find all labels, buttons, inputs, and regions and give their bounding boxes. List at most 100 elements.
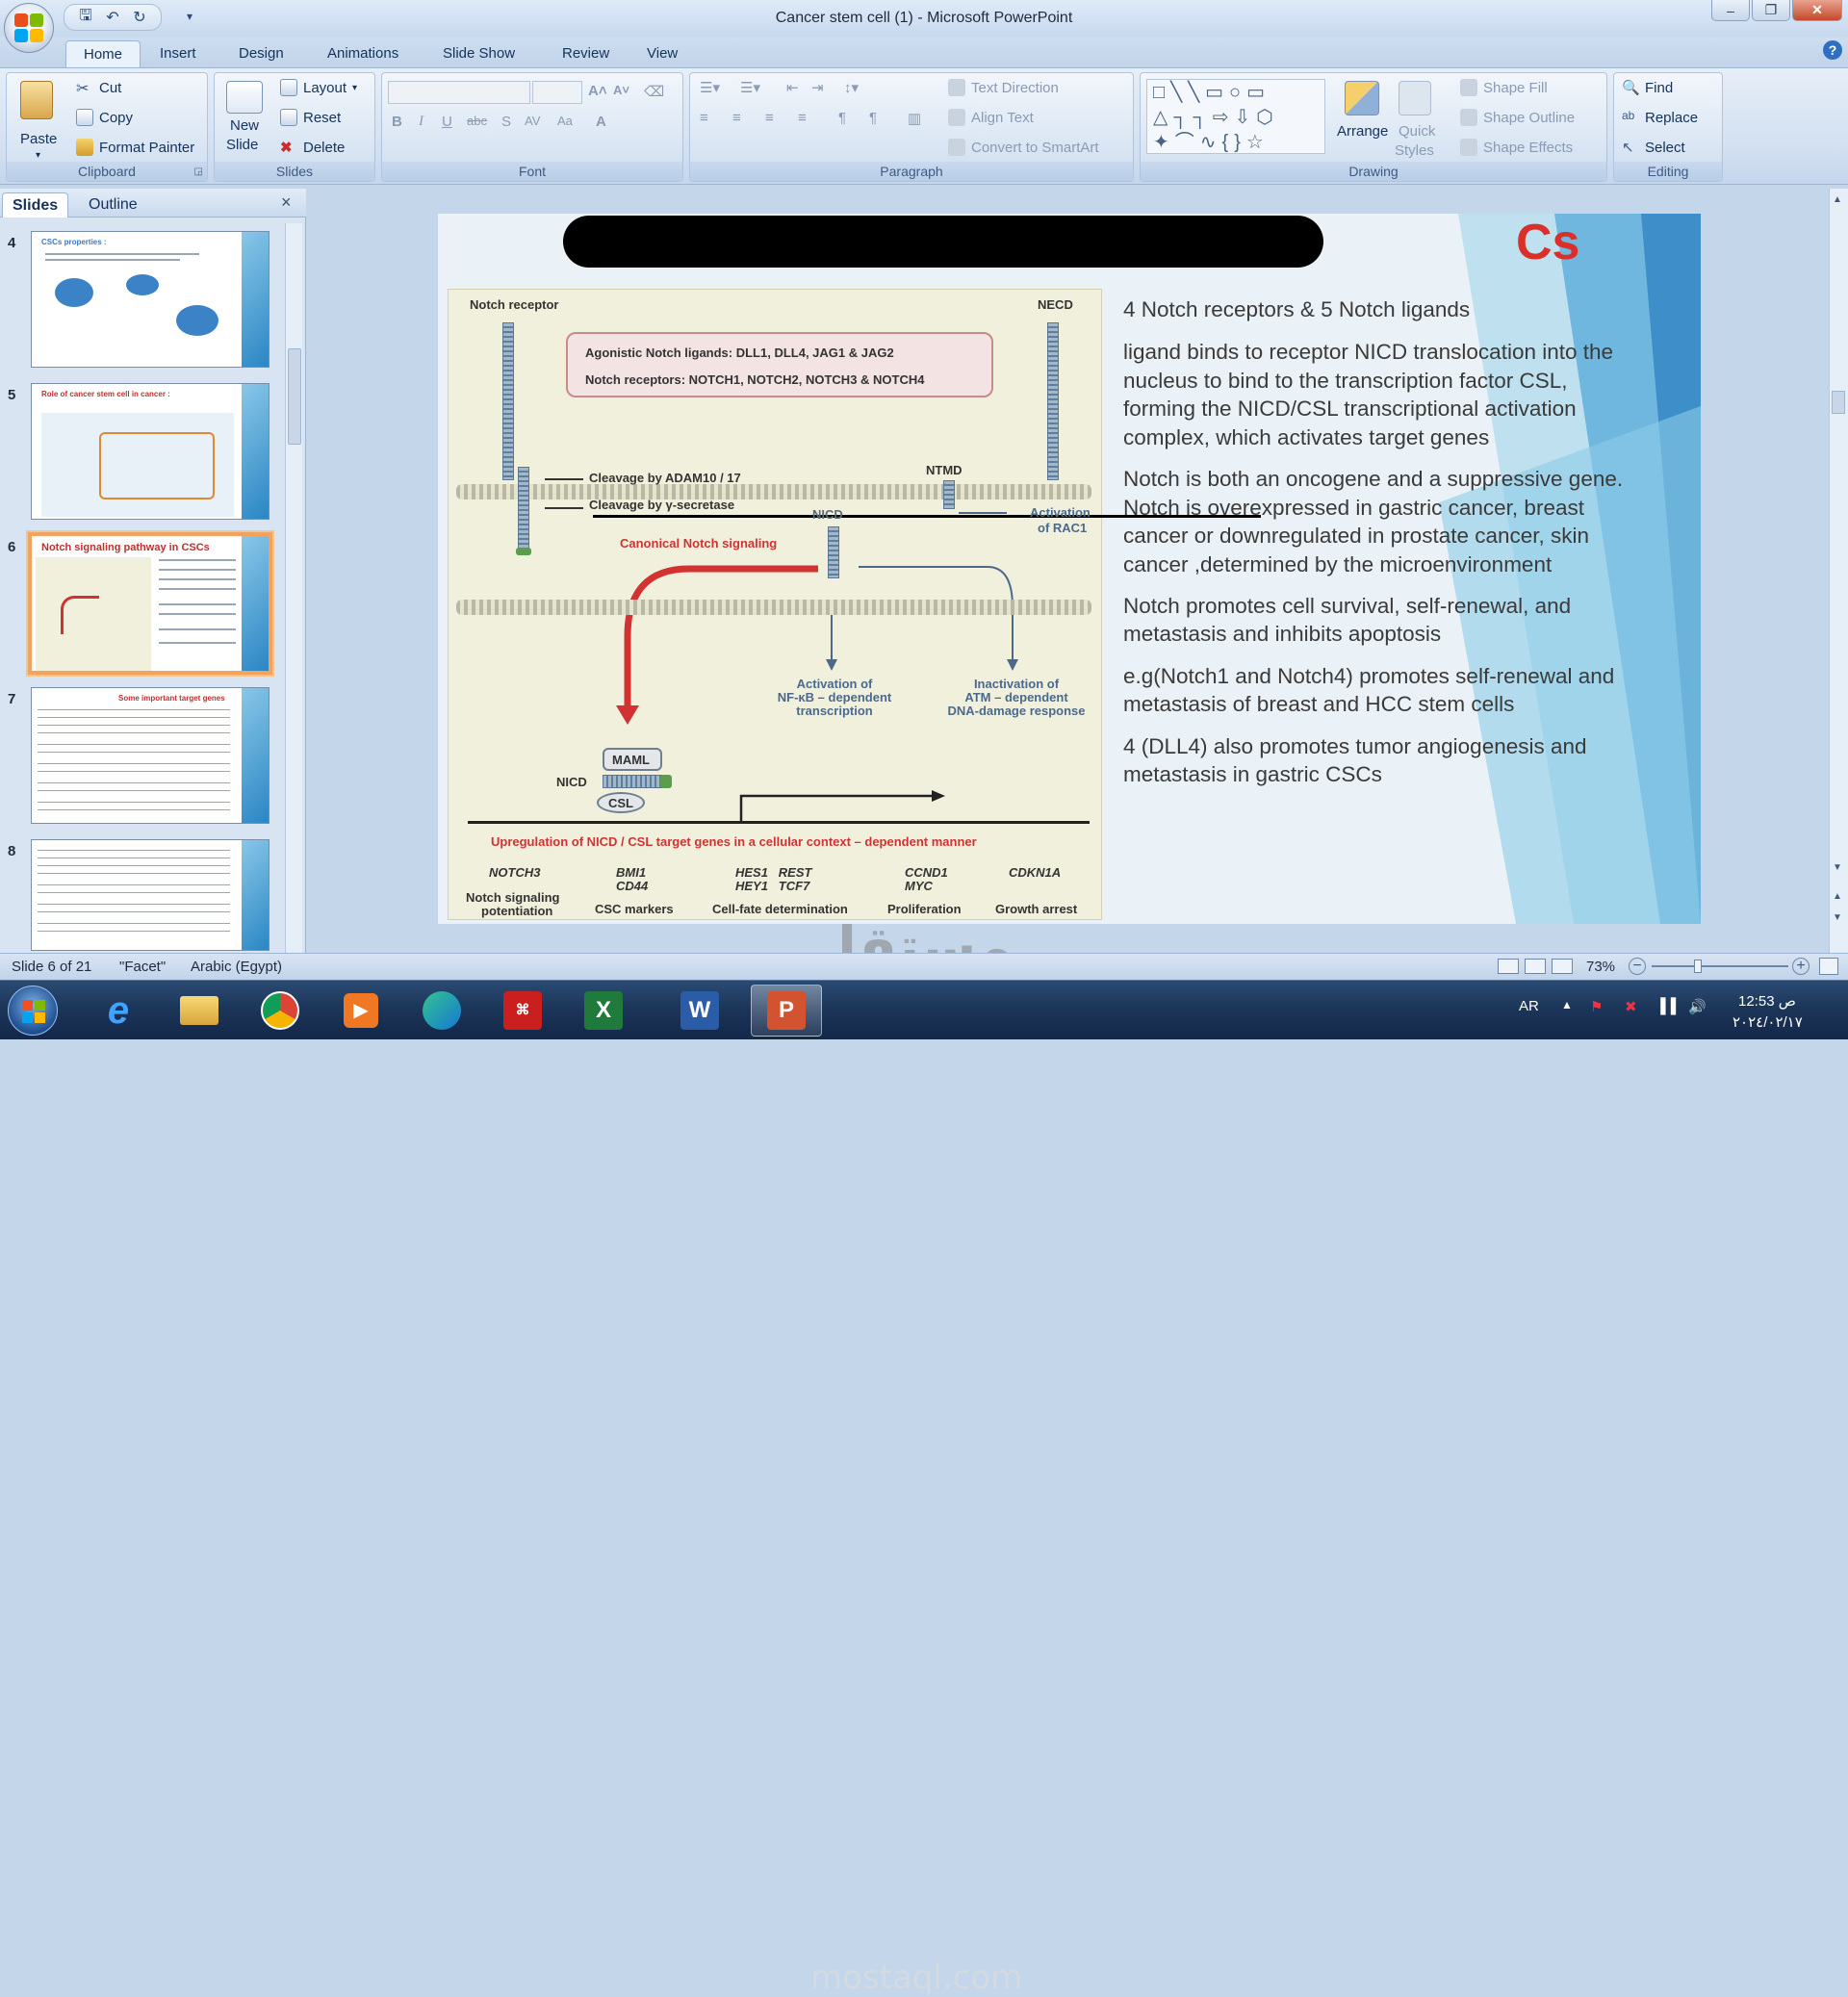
office-button[interactable] [4,3,54,53]
text-direction-button[interactable]: Text Direction [948,79,1059,96]
help-icon[interactable]: ? [1823,40,1842,60]
maximize-button[interactable]: ❐ [1752,0,1790,21]
main-scrollbar[interactable]: ▲ ▼ ▲ ▼ [1829,189,1848,953]
shape-outline-button[interactable]: Shape Outline [1460,109,1575,126]
new-slide-label-2[interactable]: Slide [226,137,258,153]
strikethrough-icon[interactable]: abc [467,114,487,128]
internet-explorer-icon[interactable]: e [83,985,154,1037]
paste-dropdown-icon[interactable]: ▾ [36,150,40,161]
normal-view-icon[interactable] [1498,959,1519,974]
slide-canvas[interactable]: Cs Notch receptor NECD Agonistic Notch l… [438,214,1701,924]
align-text-button[interactable]: Align Text [948,109,1034,126]
underline-icon[interactable]: U [442,114,452,130]
format-painter-button[interactable]: Format Painter [76,139,194,156]
network-icon[interactable]: ▐▐ [1656,998,1676,1014]
media-player-icon[interactable]: ▶ [325,985,397,1037]
file-explorer-icon[interactable] [164,985,235,1037]
font-family-select[interactable] [388,81,530,104]
zoom-slider[interactable] [1652,965,1788,967]
tab-slide-show[interactable]: Slide Show [425,40,532,67]
redo-icon[interactable]: ↻ [128,7,151,28]
tab-view[interactable]: View [629,40,695,67]
align-left-icon[interactable]: ≡ [700,110,708,126]
italic-icon[interactable]: I [419,114,424,130]
close-button[interactable]: ✕ [1792,0,1842,21]
reset-button[interactable]: Reset [280,109,341,126]
shape-effects-button[interactable]: Shape Effects [1460,139,1573,156]
tab-design[interactable]: Design [221,40,301,67]
zoom-slider-thumb[interactable] [1694,960,1702,973]
replace-button[interactable]: ab Replace [1622,109,1698,126]
chrome-icon[interactable] [244,985,316,1037]
quick-styles-label-2[interactable]: Styles [1395,142,1434,159]
tab-slides[interactable]: Slides [2,192,69,218]
slideshow-view-icon[interactable] [1552,959,1573,974]
font-size-select[interactable] [532,81,582,104]
tab-outline[interactable]: Outline [79,192,147,218]
slide-thumbnail[interactable]: Role of cancer stem cell in cancer : [31,383,270,520]
clock-date[interactable]: ٢٠٢٤/٠٢/١٧ [1732,1013,1803,1031]
grow-font-icon[interactable]: A˄ [588,83,607,99]
save-icon[interactable]: 🖫 [74,7,97,28]
ltr-icon[interactable]: ¶ [838,110,846,126]
undo-icon[interactable]: ↶ [101,7,124,28]
tab-insert[interactable]: Insert [142,40,214,67]
select-button[interactable]: ↖ Select [1622,139,1685,157]
tab-home[interactable]: Home [65,40,141,67]
volume-icon[interactable]: 🔊 [1688,998,1707,1015]
bold-icon[interactable]: B [392,114,402,130]
tab-animations[interactable]: Animations [310,40,416,67]
slide-thumbnail[interactable]: CSCs properties : [31,231,270,368]
copy-button[interactable]: Copy [76,109,133,126]
word-icon[interactable]: W [664,985,735,1037]
rtl-icon[interactable]: ¶ [869,110,877,126]
arrange-button[interactable]: Arrange [1337,123,1388,140]
convert-smartart-button[interactable]: Convert to SmartArt [948,139,1099,156]
quick-styles-label-1[interactable]: Quick [1399,123,1435,140]
increase-indent-icon[interactable]: ⇥ [811,79,824,96]
justify-icon[interactable]: ≡ [798,110,807,126]
align-right-icon[interactable]: ≡ [765,110,774,126]
slide-thumbnail[interactable] [31,839,270,951]
layout-button[interactable]: Layout ▾ [280,79,357,96]
powerpoint-icon[interactable]: P [751,985,822,1037]
scroll-thumb[interactable] [288,348,301,445]
customize-qat-icon[interactable]: ▾ [187,10,192,23]
bullets-icon[interactable]: ☰▾ [700,79,720,96]
minimize-button[interactable]: – [1711,0,1750,21]
char-spacing-icon[interactable]: AV [525,114,540,128]
dialog-launcher-icon[interactable]: ◲ [194,166,203,177]
slide-sorter-icon[interactable] [1525,959,1546,974]
pdf-reader-icon[interactable]: ⌘ [487,985,558,1037]
columns-icon[interactable]: ▥ [908,110,921,127]
language-bar[interactable]: AR [1519,998,1539,1014]
next-slide-icon[interactable]: ▼ [1833,912,1842,923]
paste-button[interactable]: Paste [20,131,57,147]
show-hidden-icons[interactable]: ▲ [1561,998,1573,1011]
shrink-font-icon[interactable]: A˅ [613,83,629,97]
clock-time[interactable]: 12:53 ص [1738,992,1796,1010]
decrease-indent-icon[interactable]: ⇤ [786,79,799,96]
slide-thumbnail-selected[interactable]: Notch signaling pathway in CSCs [28,532,272,675]
close-pane-icon[interactable]: × [281,192,292,213]
slide-thumbnail[interactable]: Some important target genes [31,687,270,824]
find-button[interactable]: 🔍 Find [1622,79,1673,97]
tab-review[interactable]: Review [545,40,627,67]
language-indicator[interactable]: Arabic (Egypt) [191,959,282,975]
shadow-icon[interactable]: S [501,114,511,130]
scroll-down-icon[interactable]: ▼ [1833,862,1842,873]
font-color-icon[interactable]: A [596,114,606,130]
start-button[interactable] [8,986,58,1036]
align-center-icon[interactable]: ≡ [732,110,741,126]
fit-to-window-icon[interactable] [1819,958,1838,975]
shape-fill-button[interactable]: Shape Fill [1460,79,1548,96]
shapes-gallery[interactable]: □╲╲▭○▭ △┐┐⇨⇩⬡ ✦⌒∿{}☆ [1146,79,1325,154]
new-slide-label-1[interactable]: New [230,117,259,134]
clear-formatting-icon[interactable]: ⌫ [644,83,664,100]
edge-icon[interactable] [406,985,477,1037]
previous-slide-icon[interactable]: ▲ [1833,891,1842,902]
line-spacing-icon[interactable]: ↕▾ [844,79,859,96]
zoom-out-icon[interactable]: − [1629,958,1646,975]
zoom-in-icon[interactable]: + [1792,958,1810,975]
scroll-thumb[interactable] [1832,391,1845,414]
